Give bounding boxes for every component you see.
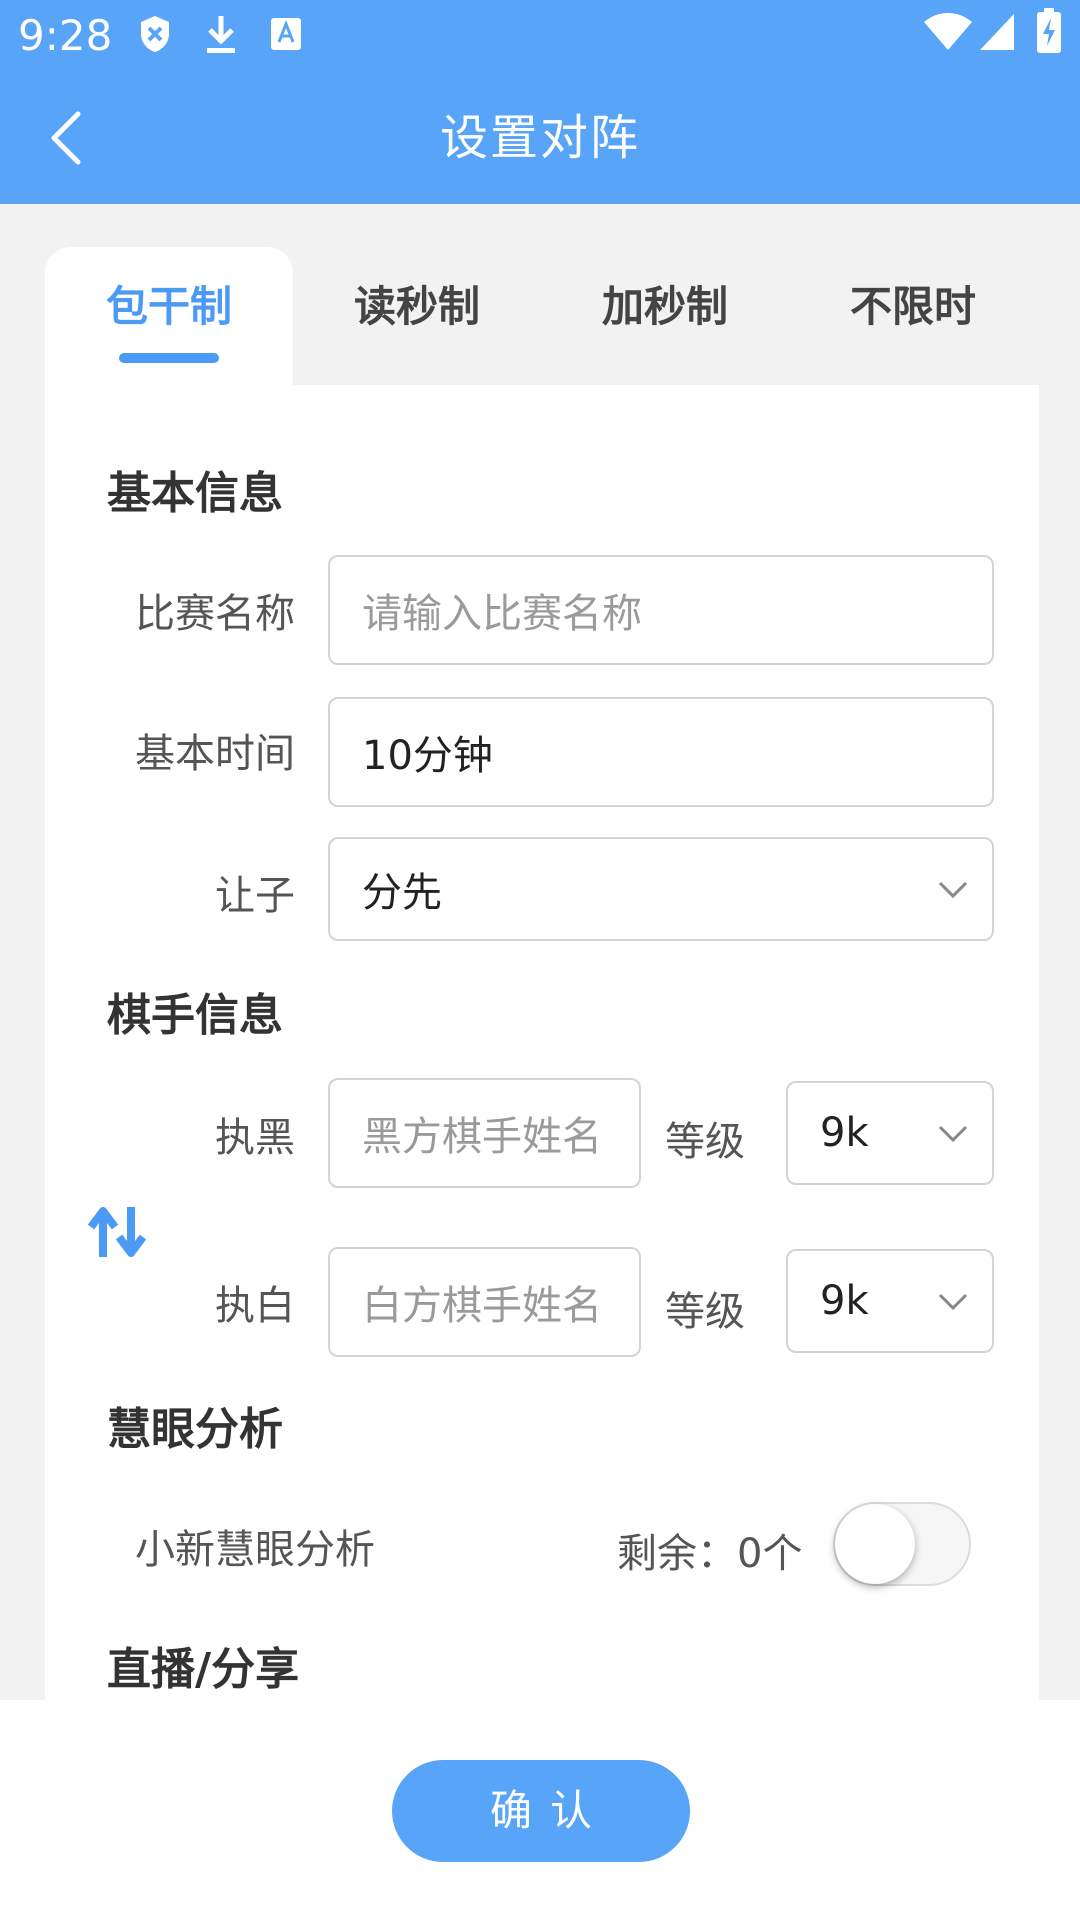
black-grade-select[interactable]: 9k: [786, 1081, 994, 1185]
form-panel: 基本信息 比赛名称 请输入比赛名称 基本时间 10分钟 让子 分先 棋手信息 执…: [45, 385, 1039, 1700]
signal-icon: [980, 14, 1014, 50]
status-time: 9:28: [18, 11, 113, 60]
download-icon: [207, 16, 235, 53]
match-name-placeholder: 请输入比赛名称: [362, 591, 642, 637]
black-label: 执黑: [215, 1115, 295, 1161]
tab-label: 包干制: [105, 282, 232, 331]
tab-unlimited[interactable]: 不限时: [789, 247, 1037, 385]
shield-x-icon: [141, 16, 169, 52]
bottom-bar: 确认: [0, 1700, 1080, 1920]
black-grade-label: 等级: [665, 1119, 745, 1165]
handicap-label: 让子: [215, 873, 295, 919]
chevron-down-icon: [938, 1125, 968, 1143]
analysis-remaining: 剩余：0个: [617, 1531, 803, 1577]
base-time-input[interactable]: 10分钟: [328, 697, 994, 807]
section-basic-info: 基本信息: [107, 468, 283, 519]
base-time-label: 基本时间: [135, 731, 295, 777]
tab-active-indicator: [119, 353, 219, 363]
analysis-toggle[interactable]: [833, 1502, 971, 1586]
section-live-share: 直播/分享: [107, 1644, 300, 1695]
analysis-option-label: 小新慧眼分析: [135, 1527, 375, 1573]
chevron-down-icon: [938, 881, 968, 899]
tab-label: 读秒制: [353, 282, 480, 331]
page-title: 设置对阵: [439, 110, 640, 166]
tab-baogan[interactable]: 包干制: [45, 247, 293, 385]
handicap-select[interactable]: 分先: [328, 837, 994, 941]
toggle-knob: [835, 1504, 915, 1584]
section-player-info: 棋手信息: [107, 990, 283, 1041]
app-header: 设置对阵: [0, 72, 1080, 204]
wifi-icon: [924, 13, 972, 50]
status-bar: 9:28: [0, 0, 1080, 72]
match-name-label: 比赛名称: [135, 591, 295, 637]
tab-label: 不限时: [849, 282, 976, 331]
confirm-button[interactable]: 确认: [392, 1760, 690, 1862]
black-grade-value: 9k: [820, 1110, 869, 1156]
translate-a-icon: [271, 18, 301, 50]
black-player-input[interactable]: 黑方棋手姓名: [328, 1078, 641, 1188]
battery-charging-icon: [1037, 8, 1061, 53]
white-player-placeholder: 白方棋手姓名: [362, 1283, 602, 1329]
match-name-input[interactable]: 请输入比赛名称: [328, 555, 994, 665]
handicap-value: 分先: [362, 870, 442, 916]
white-grade-value: 9k: [820, 1278, 869, 1324]
white-grade-select[interactable]: 9k: [786, 1249, 994, 1353]
black-player-placeholder: 黑方棋手姓名: [362, 1114, 602, 1160]
white-label: 执白: [215, 1283, 295, 1329]
white-player-input[interactable]: 白方棋手姓名: [328, 1247, 641, 1357]
swap-arrows-icon[interactable]: [87, 1205, 147, 1259]
tab-jiamiao[interactable]: 加秒制: [541, 247, 789, 385]
section-analysis: 慧眼分析: [107, 1404, 283, 1455]
white-grade-label: 等级: [665, 1289, 745, 1335]
base-time-value: 10分钟: [362, 733, 493, 779]
chevron-down-icon: [938, 1293, 968, 1311]
time-control-tabs: 包干制 读秒制 加秒制 不限时: [45, 247, 1039, 385]
tab-dumiao[interactable]: 读秒制: [293, 247, 541, 385]
tab-label: 加秒制: [601, 282, 728, 331]
